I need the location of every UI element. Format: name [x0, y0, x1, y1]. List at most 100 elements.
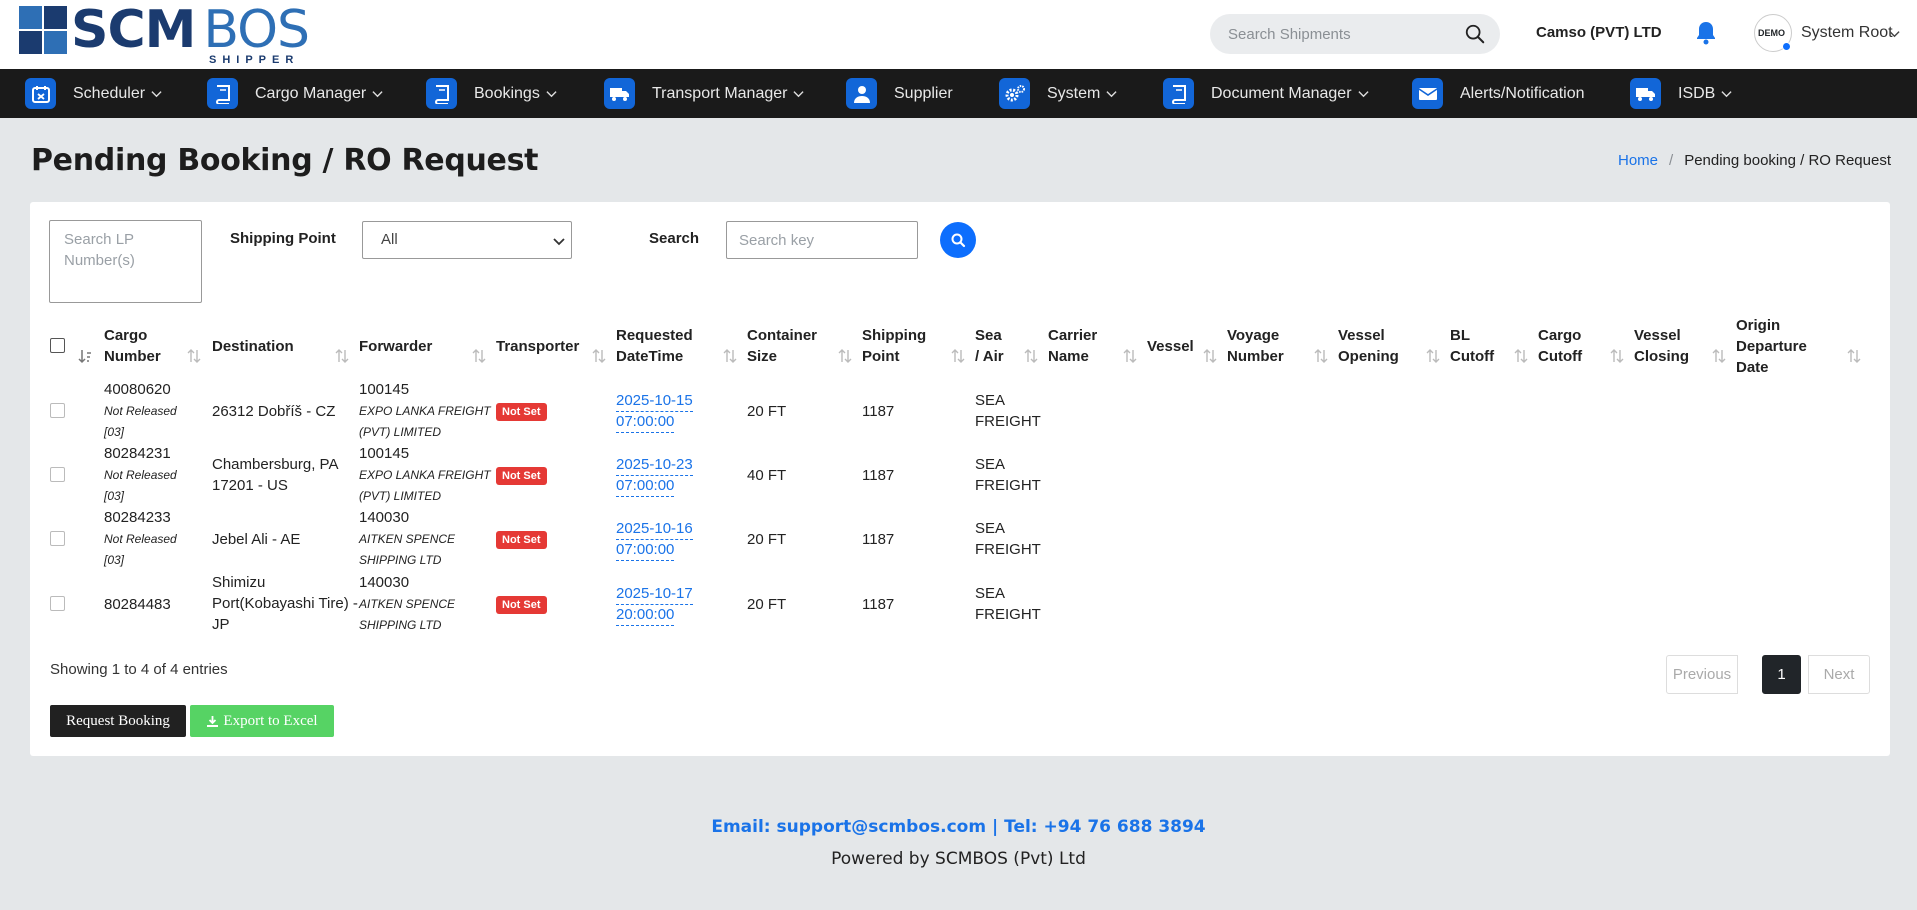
- destination: 26312 Dobříš - CZ: [212, 403, 336, 420]
- sea-air-mode-2: FREIGHT: [975, 541, 1041, 558]
- search-key-input[interactable]: [726, 221, 918, 259]
- destination-2: 17201 - US: [212, 477, 288, 494]
- requested-date-link[interactable]: 2025-10-16: [616, 518, 693, 540]
- row-checkbox[interactable]: [50, 467, 65, 482]
- sort-icon[interactable]: [592, 348, 606, 364]
- sort-icon[interactable]: [838, 348, 852, 364]
- nav-label: Scheduler: [73, 84, 146, 102]
- row-checkbox[interactable]: [50, 531, 65, 546]
- nav-transport-manager[interactable]: Transport Manager: [604, 77, 805, 110]
- col-cargo-cutoff[interactable]: Cargo Cutoff: [1538, 325, 1582, 367]
- col-header-text: Number: [104, 348, 161, 365]
- sort-icon[interactable]: [1712, 348, 1726, 364]
- nav-system[interactable]: System: [999, 77, 1117, 110]
- sort-icon[interactable]: [472, 348, 486, 364]
- requested-time-link[interactable]: 07:00:00: [616, 475, 675, 497]
- requested-date-link[interactable]: 2025-10-15: [616, 390, 693, 412]
- shipping-point: 1187: [862, 596, 895, 613]
- sort-icon[interactable]: [1847, 348, 1861, 364]
- avatar-label: DEMO: [1758, 28, 1785, 38]
- calendar-icon: [25, 78, 56, 109]
- requested-time-link[interactable]: 07:00:00: [616, 411, 675, 433]
- forwarder-name-2: SHIPPING LTD: [359, 553, 442, 567]
- shipping-point-label: Shipping Point: [230, 230, 336, 247]
- release-status: Not Released: [104, 468, 177, 482]
- transporter-badge: Not Set: [496, 467, 547, 485]
- sea-air-mode: SEA: [975, 520, 1006, 537]
- bell-icon[interactable]: [1694, 20, 1718, 46]
- sort-icon[interactable]: [335, 348, 349, 364]
- nav-bookings[interactable]: Bookings: [426, 77, 557, 110]
- col-header-text: BL: [1450, 327, 1470, 344]
- requested-time-link[interactable]: 20:00:00: [616, 604, 675, 626]
- col-requested-datetime[interactable]: Requested DateTime: [616, 325, 693, 367]
- col-bl-cutoff[interactable]: BL Cutoff: [1450, 325, 1494, 367]
- scmbos-logo[interactable]: SCM BOS SHIPPER: [19, 0, 324, 66]
- row-checkbox[interactable]: [50, 403, 65, 418]
- shipping-point-value: All: [381, 231, 398, 248]
- pagination-next[interactable]: Next: [1808, 655, 1870, 694]
- sort-icon[interactable]: [951, 348, 965, 364]
- nav-document-manager[interactable]: Document Manager: [1163, 77, 1369, 110]
- pagination-page-1[interactable]: 1: [1762, 655, 1801, 694]
- nav-supplier[interactable]: Supplier: [846, 77, 953, 110]
- sort-icon[interactable]: [1203, 348, 1217, 364]
- nav-label: ISDB: [1678, 84, 1716, 102]
- sort-icon[interactable]: [1024, 348, 1038, 364]
- row-checkbox[interactable]: [50, 596, 65, 611]
- shipping-point-select[interactable]: All: [362, 221, 572, 259]
- requested-time-link[interactable]: 07:00:00: [616, 539, 675, 561]
- col-shipping-point[interactable]: Shipping Point: [862, 325, 926, 367]
- user-name[interactable]: System Root: [1801, 24, 1893, 42]
- col-transporter[interactable]: Transporter: [496, 336, 579, 357]
- lp-number-search-input[interactable]: [49, 220, 202, 303]
- export-excel-button[interactable]: Export to Excel: [190, 705, 334, 737]
- col-cargo-number[interactable]: Cargo Number: [104, 325, 161, 367]
- col-container-size[interactable]: Container Size: [747, 325, 817, 367]
- sort-icon[interactable]: [187, 348, 201, 364]
- request-booking-button[interactable]: Request Booking: [50, 705, 186, 737]
- sort-ascending-icon[interactable]: [78, 348, 92, 364]
- col-header-text: Requested: [616, 327, 693, 344]
- breadcrumb-current: Pending booking / RO Request: [1684, 152, 1891, 169]
- sea-air-mode-2: FREIGHT: [975, 413, 1041, 430]
- nav-isdb[interactable]: ISDB: [1630, 77, 1732, 110]
- col-carrier-name[interactable]: Carrier Name: [1048, 325, 1097, 367]
- chevron-down-icon: [372, 91, 383, 98]
- col-header-text: Size: [747, 348, 778, 365]
- footer-contact[interactable]: Email: support@scmbos.com | Tel: +94 76 …: [0, 817, 1917, 837]
- page-title: Pending Booking / RO Request: [31, 143, 539, 178]
- search-button[interactable]: [940, 222, 976, 258]
- sort-icon[interactable]: [1514, 348, 1528, 364]
- forwarder-code: 100145: [359, 381, 410, 398]
- col-vessel-closing[interactable]: Vessel Closing: [1634, 325, 1689, 367]
- main-nav: Scheduler Cargo Manager Bookings Transpo…: [0, 69, 1917, 118]
- col-destination[interactable]: Destination: [212, 336, 294, 357]
- shipment-search-input[interactable]: [1228, 24, 1448, 44]
- breadcrumb-home[interactable]: Home: [1618, 152, 1658, 169]
- sort-icon[interactable]: [1610, 348, 1624, 364]
- requested-date-link[interactable]: 2025-10-23: [616, 454, 693, 476]
- requested-date-link[interactable]: 2025-10-17: [616, 583, 693, 605]
- col-forwarder[interactable]: Forwarder: [359, 336, 432, 357]
- pagination-previous[interactable]: Previous: [1666, 655, 1738, 694]
- col-origin-departure-date[interactable]: Origin Departure Date: [1736, 315, 1807, 378]
- nav-scheduler[interactable]: Scheduler: [25, 77, 162, 110]
- col-vessel-opening[interactable]: Vessel Opening: [1338, 325, 1399, 367]
- sort-icon[interactable]: [723, 348, 737, 364]
- sort-icon[interactable]: [1123, 348, 1137, 364]
- select-all-checkbox[interactable]: [50, 338, 65, 353]
- col-voyage-number[interactable]: Voyage Number: [1227, 325, 1284, 367]
- col-vessel[interactable]: Vessel: [1147, 336, 1194, 357]
- search-icon[interactable]: [1464, 23, 1486, 45]
- sort-icon[interactable]: [1314, 348, 1328, 364]
- sort-icon[interactable]: [1426, 348, 1440, 364]
- nav-alerts-notification[interactable]: Alerts/Notification: [1412, 77, 1585, 110]
- container-size: 40 FT: [747, 467, 787, 484]
- col-sea-air[interactable]: Sea / Air: [975, 325, 1004, 367]
- nav-cargo-manager[interactable]: Cargo Manager: [207, 77, 383, 110]
- online-status-dot: [1782, 42, 1791, 51]
- chevron-down-icon[interactable]: [1889, 28, 1900, 39]
- avatar[interactable]: DEMO: [1754, 14, 1792, 52]
- col-header-text: Container: [747, 327, 818, 344]
